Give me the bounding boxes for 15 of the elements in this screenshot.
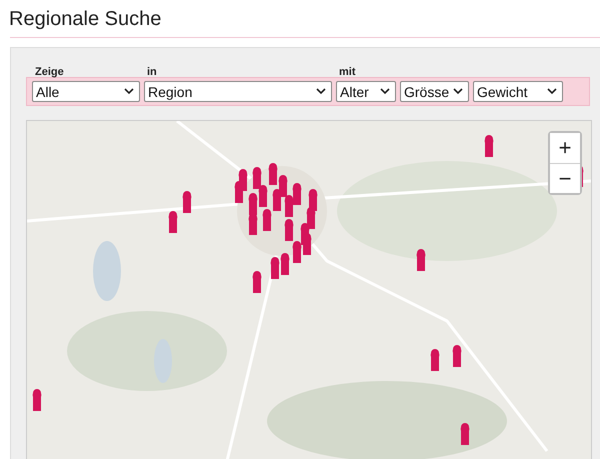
dropdown[interactable]: Alle <box>32 81 140 102</box>
zoom-out-button[interactable]: − <box>550 163 580 193</box>
dropdown[interactable]: Gewicht <box>473 81 563 102</box>
chevron-down-icon <box>124 88 134 95</box>
chevron-down-icon <box>547 88 557 95</box>
dropdown[interactable]: Alter <box>336 81 396 102</box>
chevron-down-icon <box>316 88 326 95</box>
chevron-down-icon <box>380 88 390 95</box>
filter-label: in <box>146 66 157 78</box>
dropdown[interactable]: Grösse <box>400 81 469 102</box>
dropdown[interactable]: Region <box>144 81 332 102</box>
filter-label: Zeige <box>34 66 64 78</box>
filter-label: mit <box>338 66 356 78</box>
chevron-down-icon <box>453 88 463 95</box>
page-title: Regionale Suche <box>8 7 162 32</box>
